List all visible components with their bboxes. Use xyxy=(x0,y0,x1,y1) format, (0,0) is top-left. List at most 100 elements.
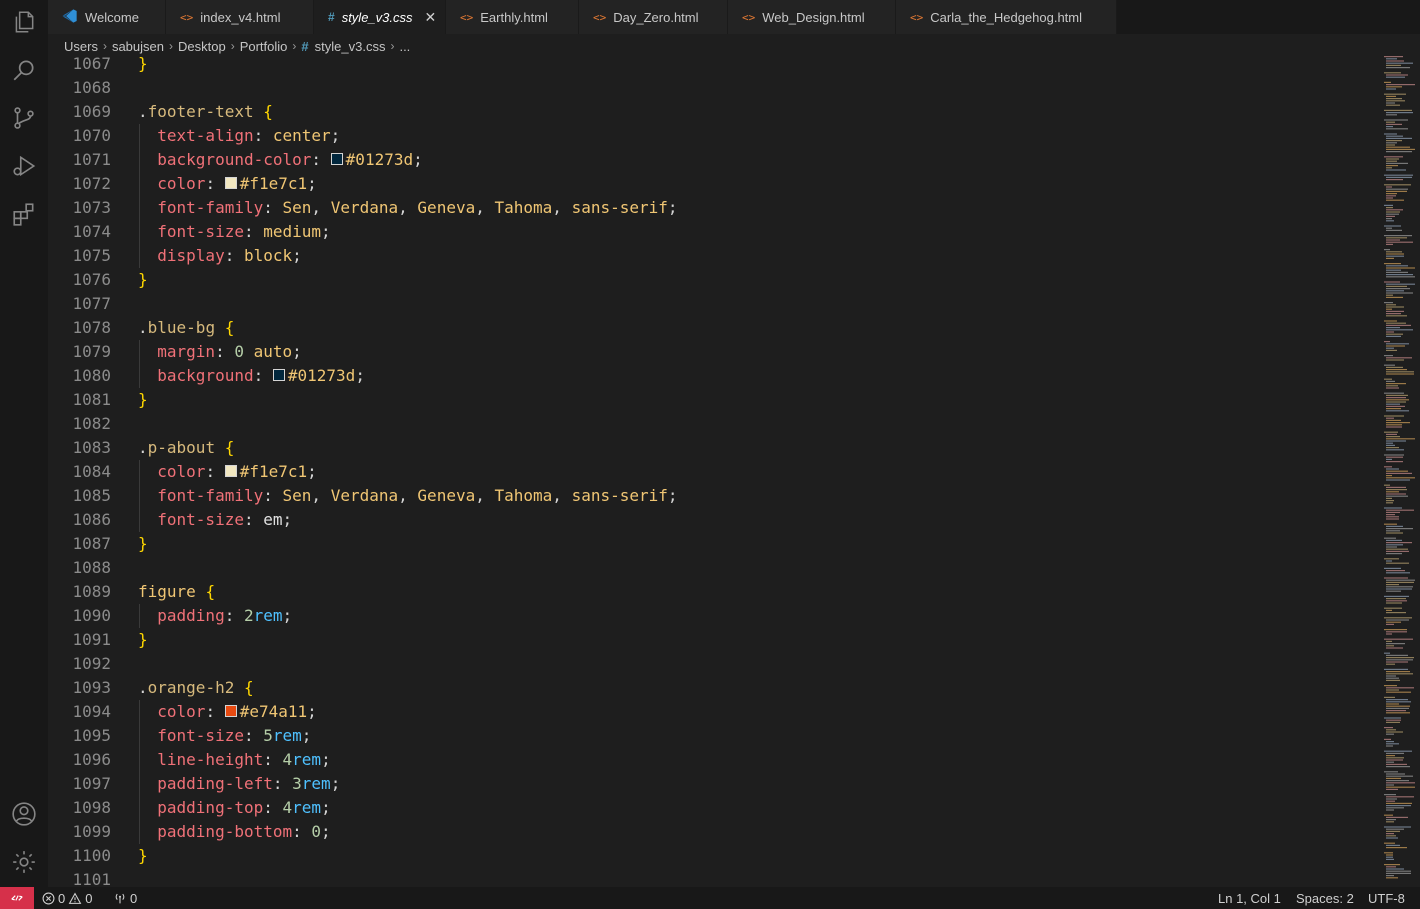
problems-indicator[interactable]: 0 0 xyxy=(42,887,92,909)
code-line[interactable]: 1095 font-size: 5rem; xyxy=(48,724,1378,748)
minimap-line xyxy=(1386,447,1399,449)
minimap-line xyxy=(1386,165,1398,167)
explorer-icon[interactable] xyxy=(10,8,38,36)
minimap[interactable] xyxy=(1380,52,1420,887)
code-line[interactable]: 1070 text-align: center; xyxy=(48,124,1378,148)
tab-index-v4[interactable]: <> index_v4.html xyxy=(166,0,314,34)
tab-day-zero[interactable]: <> Day_Zero.html xyxy=(579,0,728,34)
code-line[interactable]: 1090 padding: 2rem; xyxy=(48,604,1378,628)
tab-web-design[interactable]: <> Web_Design.html xyxy=(728,0,896,34)
minimap-line xyxy=(1386,349,1397,351)
color-swatch[interactable] xyxy=(224,177,237,189)
code-editor[interactable]: 1067} 1068 1069 .footer-text {1070 text-ali… xyxy=(48,52,1378,887)
tab-earthly[interactable]: <> Earthly.html xyxy=(446,0,579,34)
code-line[interactable]: 1072 color: #f1e7c1; xyxy=(48,172,1378,196)
minimap-line xyxy=(1386,383,1406,385)
minimap-line xyxy=(1384,717,1401,719)
minimap-line xyxy=(1386,798,1397,800)
color-swatch[interactable] xyxy=(224,465,237,477)
code-text: background-color: #01273d; xyxy=(157,150,423,169)
code-line[interactable]: 1068 xyxy=(48,76,1378,100)
code-line[interactable]: 1076} xyxy=(48,268,1378,292)
indentation-setting[interactable]: Spaces: 2 xyxy=(1296,887,1354,909)
code-line[interactable]: 1086 font-size: em; xyxy=(48,508,1378,532)
minimap-line xyxy=(1386,102,1395,104)
code-line[interactable]: 1067} xyxy=(48,52,1378,76)
minimap-line xyxy=(1384,814,1393,816)
minimap-line xyxy=(1386,193,1397,195)
code-line[interactable]: 1093 .orange-h2 { xyxy=(48,676,1378,700)
minimap-line xyxy=(1386,461,1403,463)
code-line[interactable]: 1099 padding-bottom: 0; xyxy=(48,820,1378,844)
tab-label: Web_Design.html xyxy=(762,9,865,25)
search-icon[interactable] xyxy=(10,56,38,84)
tab-style-v3[interactable]: # style_v3.css ✕ xyxy=(314,0,446,34)
minimap-line xyxy=(1384,281,1400,283)
source-control-icon[interactable] xyxy=(10,104,38,132)
code-line[interactable]: 1083 .p-about { xyxy=(48,436,1378,460)
code-line[interactable]: 1092 xyxy=(48,652,1378,676)
run-debug-icon[interactable] xyxy=(10,152,38,180)
line-number: 1084 xyxy=(72,462,111,481)
code-text: text-align: center; xyxy=(157,126,341,145)
minimap-line xyxy=(1386,530,1400,532)
code-text: color: #f1e7c1; xyxy=(157,462,317,481)
settings-gear-icon[interactable] xyxy=(10,848,38,876)
minimap-line xyxy=(1386,424,1402,426)
line-number: 1074 xyxy=(72,222,111,241)
minimap-line xyxy=(1386,572,1410,574)
encoding-setting[interactable]: UTF-8 xyxy=(1368,887,1405,909)
line-number: 1068 xyxy=(72,78,111,97)
code-line[interactable]: 1080 background: #01273d; xyxy=(48,364,1378,388)
code-line[interactable]: 1077 xyxy=(48,292,1378,316)
chevron-right-icon: › xyxy=(169,39,173,53)
close-icon[interactable]: ✕ xyxy=(425,9,437,26)
code-line[interactable]: 1096 line-height: 4rem; xyxy=(48,748,1378,772)
code-line[interactable]: 1097 padding-left: 3rem; xyxy=(48,772,1378,796)
code-line[interactable]: 1079 margin: 0 auto; xyxy=(48,340,1378,364)
code-line[interactable]: 1084 color: #f1e7c1; xyxy=(48,460,1378,484)
code-line[interactable]: 1074 font-size: medium; xyxy=(48,220,1378,244)
minimap-line xyxy=(1386,671,1410,673)
tab-carla-the-hedgehog[interactable]: <> Carla_the_Hedgehog.html xyxy=(896,0,1117,34)
remote-indicator-button[interactable] xyxy=(0,887,34,909)
code-line[interactable]: 1073 font-family: Sen, Verdana, Geneva, … xyxy=(48,196,1378,220)
code-line[interactable]: 1081} xyxy=(48,388,1378,412)
extensions-icon[interactable] xyxy=(10,200,38,228)
code-line[interactable]: 1075 display: block; xyxy=(48,244,1378,268)
tab-welcome[interactable]: Welcome xyxy=(48,0,166,34)
minimap-line xyxy=(1384,249,1390,251)
minimap-line xyxy=(1386,253,1404,255)
code-line[interactable]: 1071 background-color: #01273d; xyxy=(48,148,1378,172)
color-swatch[interactable] xyxy=(224,705,237,717)
minimap-line xyxy=(1386,847,1407,849)
code-line[interactable]: 1085 font-family: Sen, Verdana, Geneva, … xyxy=(48,484,1378,508)
code-line[interactable]: 1094 color: #e74a11; xyxy=(48,700,1378,724)
account-icon[interactable] xyxy=(10,800,38,828)
warning-count: 0 xyxy=(85,890,93,906)
html-file-icon: <> xyxy=(593,10,607,24)
minimap-line xyxy=(1386,408,1401,410)
code-line[interactable]: 1082 xyxy=(48,412,1378,436)
minimap-line xyxy=(1386,296,1403,298)
ports-indicator[interactable]: 0 xyxy=(113,887,137,909)
code-line[interactable]: 1091} xyxy=(48,628,1378,652)
code-line[interactable]: 1088 xyxy=(48,556,1378,580)
code-line[interactable]: 1101 xyxy=(48,868,1378,887)
color-swatch[interactable] xyxy=(330,153,343,165)
code-line[interactable]: 1100} xyxy=(48,844,1378,868)
color-swatch[interactable] xyxy=(272,369,285,381)
code-line[interactable]: 1098 padding-top: 4rem; xyxy=(48,796,1378,820)
minimap-line xyxy=(1386,324,1411,326)
minimap-line xyxy=(1386,866,1396,868)
line-number: 1082 xyxy=(72,414,111,433)
minimap-line xyxy=(1386,366,1403,368)
minimap-line xyxy=(1386,816,1408,818)
code-line[interactable]: 1069 .footer-text { xyxy=(48,100,1378,124)
minimap-line xyxy=(1386,440,1406,442)
code-line[interactable]: 1078 .blue-bg { xyxy=(48,316,1378,340)
code-line[interactable]: 1087} xyxy=(48,532,1378,556)
minimap-line xyxy=(1386,741,1394,743)
code-line[interactable]: 1089 figure { xyxy=(48,580,1378,604)
cursor-position[interactable]: Ln 1, Col 1 xyxy=(1218,887,1281,909)
